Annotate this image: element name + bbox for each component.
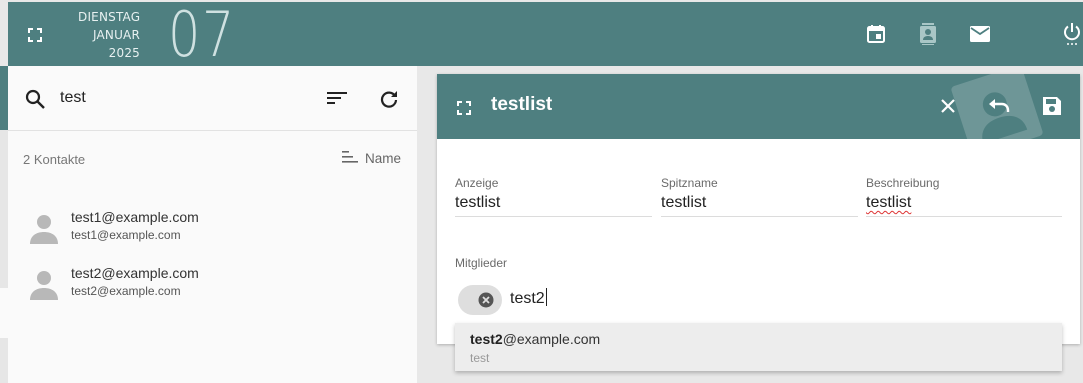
filter-sort-icon[interactable] bbox=[326, 90, 348, 110]
display-input[interactable] bbox=[455, 194, 652, 217]
display-label: Anzeige bbox=[455, 176, 499, 190]
contact-list-item[interactable]: test1@example.com test1@example.com bbox=[8, 202, 417, 252]
contact-email: test1@example.com bbox=[71, 228, 181, 242]
person-avatar-icon bbox=[30, 270, 58, 304]
sort-by-name-button[interactable]: Name bbox=[341, 150, 401, 167]
left-edge-strip bbox=[0, 66, 8, 383]
search-input[interactable] bbox=[60, 86, 310, 110]
sort-label: Name bbox=[364, 151, 401, 166]
mail-icon[interactable] bbox=[968, 22, 992, 46]
search-bar bbox=[8, 66, 417, 131]
edit-title: testlist bbox=[491, 94, 553, 115]
members-label: Mitglieder bbox=[455, 256, 508, 270]
contact-name: test1@example.com bbox=[71, 209, 199, 225]
contacts-app: DIENSTAG JANUAR 2025 07 test 2 Kontakte … bbox=[0, 0, 1083, 383]
calendar-icon[interactable] bbox=[864, 22, 888, 46]
date-block: DIENSTAG JANUAR 2025 bbox=[78, 8, 140, 62]
contact-list-item[interactable]: test2@example.com test2@example.com bbox=[8, 258, 417, 308]
member-suggestion-item[interactable]: test2@example.com test bbox=[455, 323, 1062, 371]
text-caret bbox=[545, 288, 547, 306]
close-icon[interactable] bbox=[936, 94, 960, 118]
suggestion-email: test2@example.com bbox=[470, 331, 600, 347]
fullscreen-icon[interactable] bbox=[457, 100, 471, 119]
contact-email: test2@example.com bbox=[71, 284, 181, 298]
day-number: 07 bbox=[168, 0, 236, 71]
save-icon[interactable] bbox=[1040, 94, 1064, 118]
display-field: Anzeige bbox=[455, 176, 652, 222]
edge-highlight bbox=[0, 288, 8, 338]
suggestion-match: test2 bbox=[470, 331, 503, 347]
person-avatar-icon bbox=[30, 214, 58, 248]
refresh-icon[interactable] bbox=[378, 88, 400, 114]
suggestion-rest: @example.com bbox=[502, 331, 601, 347]
contact-list-panel: 2 Kontakte Name test1@example.com test1@… bbox=[8, 66, 417, 383]
member-search-input[interactable]: test2 bbox=[510, 288, 547, 308]
contact-name: test2@example.com bbox=[71, 265, 199, 281]
undo-icon[interactable] bbox=[987, 94, 1011, 118]
description-input[interactable]: testlist bbox=[866, 194, 1062, 217]
fullscreen-icon[interactable] bbox=[28, 27, 42, 42]
search-icon[interactable] bbox=[24, 88, 46, 114]
description-field: Beschreibung testlist bbox=[866, 176, 1062, 222]
power-icon[interactable] bbox=[1060, 22, 1083, 46]
nickname-field: Spitzname bbox=[661, 176, 858, 222]
year-label: 2025 bbox=[108, 46, 140, 60]
description-label: Beschreibung bbox=[866, 176, 940, 190]
list-edit-panel: testlist Anzeige Spitzname Beschreibung … bbox=[437, 74, 1080, 344]
edge-accent bbox=[0, 66, 8, 130]
top-bar: DIENSTAG JANUAR 2025 07 bbox=[8, 0, 1083, 71]
weekday-label: DIENSTAG bbox=[78, 10, 141, 24]
member-chip[interactable] bbox=[458, 285, 502, 315]
nickname-input[interactable] bbox=[661, 194, 858, 217]
suggestion-subtitle: test bbox=[470, 351, 490, 365]
description-value: testlist bbox=[866, 194, 912, 211]
month-label: JANUAR bbox=[92, 28, 140, 42]
remove-member-icon[interactable] bbox=[478, 292, 494, 312]
sort-order-icon bbox=[341, 150, 359, 167]
nickname-label: Spitzname bbox=[661, 176, 718, 190]
member-input-value: test2 bbox=[510, 290, 545, 307]
contacts-icon[interactable] bbox=[916, 22, 940, 46]
contact-count: 2 Kontakte bbox=[23, 152, 86, 167]
edit-header: testlist bbox=[437, 74, 1080, 139]
